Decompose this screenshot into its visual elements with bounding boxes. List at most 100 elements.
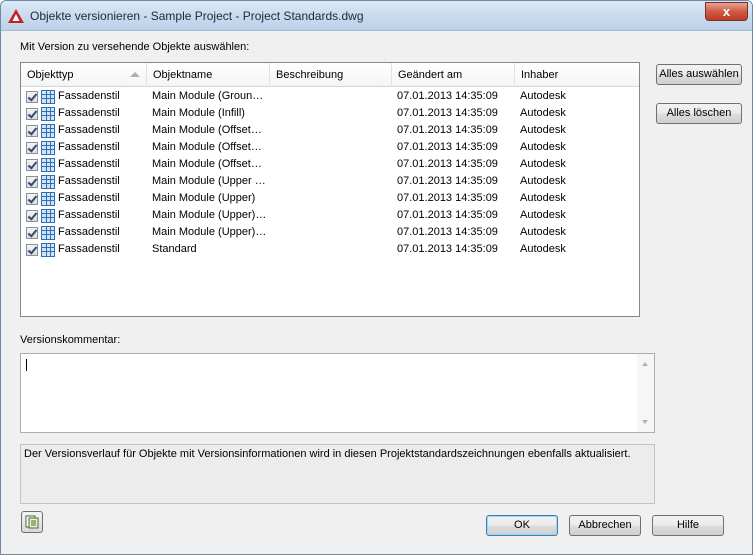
name-cell: Main Module (Offset… bbox=[152, 124, 262, 136]
curtain-wall-style-icon bbox=[41, 157, 55, 172]
table-row[interactable]: Fassadenstil Main Module (Offset… 07.01.… bbox=[21, 122, 639, 139]
type-text: Fassadenstil bbox=[58, 243, 120, 255]
name-cell: Standard bbox=[152, 243, 197, 255]
row-checkbox[interactable] bbox=[26, 141, 38, 154]
compare-icon bbox=[25, 515, 39, 529]
title-bar[interactable]: Objekte versionieren - Sample Project - … bbox=[1, 1, 752, 31]
column-header-label: Beschreibung bbox=[276, 69, 344, 81]
column-header-label: Objektname bbox=[153, 69, 213, 81]
version-comment-label: Versionskommentar: bbox=[20, 334, 121, 346]
row-checkbox[interactable] bbox=[26, 192, 38, 205]
type-cell: Fassadenstil bbox=[21, 173, 146, 190]
scroll-down-icon[interactable] bbox=[642, 420, 648, 424]
row-checkbox[interactable] bbox=[26, 158, 38, 171]
date-cell: 07.01.2013 14:35:09 bbox=[397, 226, 498, 238]
type-cell: Fassadenstil bbox=[21, 190, 146, 207]
cancel-button[interactable]: Abbrechen bbox=[569, 515, 641, 536]
type-cell: Fassadenstil bbox=[21, 207, 146, 224]
table-row[interactable]: Fassadenstil Main Module (Upper … 07.01.… bbox=[21, 173, 639, 190]
type-text: Fassadenstil bbox=[58, 90, 120, 102]
date-cell: 07.01.2013 14:35:09 bbox=[397, 243, 498, 255]
name-cell: Main Module (Groun… bbox=[152, 90, 264, 102]
compare-button[interactable] bbox=[21, 511, 43, 533]
table-row[interactable]: Fassadenstil Main Module (Offset… 07.01.… bbox=[21, 139, 639, 156]
description-cell bbox=[269, 139, 391, 156]
owner-cell: Autodesk bbox=[520, 209, 566, 221]
description-cell bbox=[269, 224, 391, 241]
owner-cell: Autodesk bbox=[520, 107, 566, 119]
description-cell bbox=[269, 190, 391, 207]
owner-cell: Autodesk bbox=[520, 141, 566, 153]
date-cell: 07.01.2013 14:35:09 bbox=[397, 158, 498, 170]
row-checkbox[interactable] bbox=[26, 124, 38, 137]
date-cell: 07.01.2013 14:35:09 bbox=[397, 175, 498, 187]
info-text: Der Versionsverlauf für Objekte mit Vers… bbox=[24, 448, 631, 460]
curtain-wall-style-icon bbox=[41, 140, 55, 155]
name-cell: Main Module (Infill) bbox=[152, 107, 245, 119]
description-cell bbox=[269, 207, 391, 224]
type-text: Fassadenstil bbox=[58, 141, 120, 153]
dialog-window: Objekte versionieren - Sample Project - … bbox=[0, 0, 753, 555]
owner-cell: Autodesk bbox=[520, 175, 566, 187]
row-checkbox[interactable] bbox=[26, 243, 38, 256]
curtain-wall-style-icon bbox=[41, 242, 55, 257]
select-all-button[interactable]: Alles auswählen bbox=[656, 64, 742, 85]
close-button[interactable]: x bbox=[705, 2, 748, 21]
type-cell: Fassadenstil bbox=[21, 139, 146, 156]
table-row[interactable]: Fassadenstil Main Module (Groun… 07.01.2… bbox=[21, 88, 639, 105]
scroll-up-icon[interactable] bbox=[642, 362, 648, 366]
table-row[interactable]: Fassadenstil Standard 07.01.2013 14:35:0… bbox=[21, 241, 639, 258]
info-box: Der Versionsverlauf für Objekte mit Vers… bbox=[20, 444, 655, 504]
list-header: Objekttyp Objektname Beschreibung Geände… bbox=[21, 63, 639, 87]
description-cell bbox=[269, 88, 391, 105]
owner-cell: Autodesk bbox=[520, 226, 566, 238]
type-cell: Fassadenstil bbox=[21, 241, 146, 258]
list-rows: Fassadenstil Main Module (Groun… 07.01.2… bbox=[21, 88, 639, 258]
date-cell: 07.01.2013 14:35:09 bbox=[397, 90, 498, 102]
row-checkbox[interactable] bbox=[26, 209, 38, 222]
clear-all-button[interactable]: Alles löschen bbox=[656, 103, 742, 124]
type-text: Fassadenstil bbox=[58, 209, 120, 221]
column-header-label: Inhaber bbox=[521, 69, 559, 81]
owner-cell: Autodesk bbox=[520, 158, 566, 170]
curtain-wall-style-icon bbox=[41, 106, 55, 121]
column-header-beschreibung[interactable]: Beschreibung bbox=[270, 63, 392, 87]
row-checkbox[interactable] bbox=[26, 226, 38, 239]
curtain-wall-style-icon bbox=[41, 191, 55, 206]
description-cell bbox=[269, 156, 391, 173]
table-row[interactable]: Fassadenstil Main Module (Infill) 07.01.… bbox=[21, 105, 639, 122]
curtain-wall-style-icon bbox=[41, 208, 55, 223]
table-row[interactable]: Fassadenstil Main Module (Upper)… 07.01.… bbox=[21, 207, 639, 224]
date-cell: 07.01.2013 14:35:09 bbox=[397, 209, 498, 221]
type-cell: Fassadenstil bbox=[21, 156, 146, 173]
table-row[interactable]: Fassadenstil Main Module (Upper) 07.01.2… bbox=[21, 190, 639, 207]
row-checkbox[interactable] bbox=[26, 175, 38, 188]
name-cell: Main Module (Upper)… bbox=[152, 209, 267, 221]
column-header-objekttyp[interactable]: Objekttyp bbox=[21, 63, 147, 87]
help-button[interactable]: Hilfe bbox=[652, 515, 724, 536]
table-row[interactable]: Fassadenstil Main Module (Offset… 07.01.… bbox=[21, 156, 639, 173]
sort-ascending-icon bbox=[130, 72, 140, 77]
column-header-objektname[interactable]: Objektname bbox=[147, 63, 270, 87]
comment-scrollbar[interactable] bbox=[637, 354, 654, 432]
column-header-label: Geändert am bbox=[398, 69, 463, 81]
curtain-wall-style-icon bbox=[41, 225, 55, 240]
objects-list[interactable]: Objekttyp Objektname Beschreibung Geände… bbox=[20, 62, 640, 317]
row-checkbox[interactable] bbox=[26, 107, 38, 120]
curtain-wall-style-icon bbox=[41, 174, 55, 189]
type-text: Fassadenstil bbox=[58, 124, 120, 136]
ok-button[interactable]: OK bbox=[486, 515, 558, 536]
owner-cell: Autodesk bbox=[520, 192, 566, 204]
owner-cell: Autodesk bbox=[520, 243, 566, 255]
type-cell: Fassadenstil bbox=[21, 122, 146, 139]
row-checkbox[interactable] bbox=[26, 90, 38, 103]
select-objects-label: Mit Version zu versehende Objekte auswäh… bbox=[20, 41, 250, 53]
description-cell bbox=[269, 241, 391, 258]
type-text: Fassadenstil bbox=[58, 107, 120, 119]
owner-cell: Autodesk bbox=[520, 90, 566, 102]
version-comment-input[interactable] bbox=[20, 353, 655, 433]
column-header-geaendert-am[interactable]: Geändert am bbox=[392, 63, 515, 87]
table-row[interactable]: Fassadenstil Main Module (Upper)… 07.01.… bbox=[21, 224, 639, 241]
column-header-inhaber[interactable]: Inhaber bbox=[515, 63, 639, 87]
name-cell: Main Module (Offset… bbox=[152, 158, 262, 170]
